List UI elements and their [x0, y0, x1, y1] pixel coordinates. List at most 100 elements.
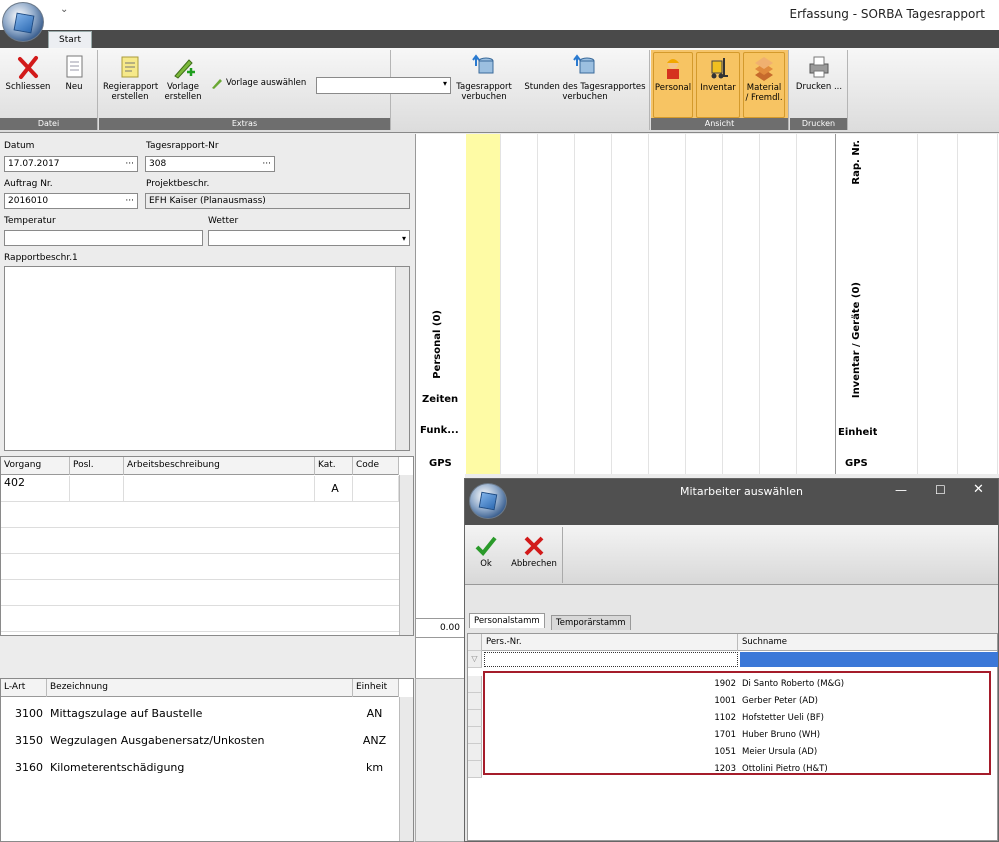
list-item[interactable]: 3150 Wegzulagen Ausgabenersatz/Unkosten … [1, 728, 399, 754]
projekt-label: Projektbeschr. [146, 179, 210, 189]
group-drucken: Drucken ... Drucken [790, 50, 848, 130]
filter-row[interactable]: ▽ [468, 651, 998, 668]
inventar-button[interactable]: Inventar [696, 52, 740, 118]
temperatur-field[interactable] [4, 230, 203, 246]
personal-button[interactable]: Personal [653, 52, 693, 118]
filter-icon: ▽ [468, 651, 482, 668]
report-icon [121, 56, 139, 78]
abbrechen-button[interactable]: Abbrechen [507, 533, 561, 569]
stunden-verbuchen-button[interactable]: Stunden des Tagesrapportes verbuchen [520, 52, 650, 102]
table-row[interactable] [1, 580, 399, 606]
datum-field[interactable]: 17.07.2017 ··· [4, 156, 138, 172]
new-document-icon [66, 55, 83, 78]
temperatur-label: Temperatur [4, 216, 56, 226]
wetter-select[interactable]: ▾ [208, 230, 410, 246]
inventar-schedule-grid[interactable] [877, 134, 999, 474]
checkmark-icon [475, 536, 497, 556]
app-menu-orb[interactable] [2, 2, 44, 42]
col-kat[interactable]: Kat. [315, 457, 353, 475]
datum-value: 17.07.2017 [8, 159, 60, 169]
einheit-cell: km [365, 761, 384, 774]
dialog-orb[interactable] [469, 483, 507, 519]
inventar-label: Inventar [700, 83, 736, 93]
lart-cell: 3100 [15, 707, 43, 720]
dialog-action-group: Ok Abbrechen [467, 527, 563, 583]
einheit-cell: ANZ [362, 734, 387, 747]
vorlage-erstellen-button[interactable]: Vorlage erstellen [161, 52, 205, 102]
gps2-label: GPS [845, 458, 868, 469]
mitarbeiter-dialog: Mitarbeiter auswählen — ☐ ✕ Ok Abbrechen… [464, 478, 999, 842]
total-field: 0.00 [415, 618, 465, 638]
personal-schedule-grid[interactable] [465, 134, 835, 474]
quick-access-toolbar[interactable]: ⌄ [60, 4, 68, 15]
scrollbar[interactable] [395, 267, 409, 450]
scrollbar[interactable] [399, 697, 413, 841]
lart-header: L-Art Bezeichnung Einheit [1, 679, 399, 697]
col-code[interactable]: Code [353, 457, 399, 475]
col-pers-nr[interactable]: Pers.-Nr. [484, 634, 738, 651]
group-label-extras: Extras [99, 118, 390, 130]
drucken-label: Drucken ... [795, 82, 843, 92]
neu-label: Neu [65, 82, 83, 92]
rapportbeschr-textarea[interactable] [4, 266, 410, 451]
neu-button[interactable]: Neu [58, 52, 90, 92]
lower-side-panel [415, 678, 465, 842]
tagesrapport-field[interactable]: 308 ··· [145, 156, 275, 172]
tab-start[interactable]: Start [48, 31, 92, 48]
list-item[interactable]: 3100 Mittagszulage auf Baustelle AN [1, 701, 399, 727]
rapportbeschr-label: Rapportbeschr.1 [4, 253, 78, 263]
vorgang-header: Vorgang Posl. Arbeitsbeschreibung Kat. C… [1, 457, 399, 475]
tab-personalstamm[interactable]: Personalstamm [469, 613, 545, 628]
regierapport-button[interactable]: Regierapport erstellen [103, 52, 158, 102]
col-einheit[interactable]: Einheit [353, 679, 399, 697]
tagesrapport-label: Tagesrapport-Nr [146, 141, 219, 151]
dialog-title-bar: Mitarbeiter auswählen — ☐ ✕ [465, 479, 998, 505]
ellipsis-icon[interactable]: ··· [262, 157, 271, 171]
col-arbeitsbeschreibung[interactable]: Arbeitsbeschreibung [124, 457, 315, 475]
funk-label: Funk... [420, 425, 459, 436]
table-row[interactable]: 402 A [1, 476, 399, 502]
col-vorgang[interactable]: Vorgang [1, 457, 70, 475]
suchname-filter-input[interactable] [740, 652, 998, 667]
dialog-title: Mitarbeiter auswählen [680, 485, 803, 498]
table-row[interactable] [1, 606, 399, 632]
bezeichnung-cell: Wegzulagen Ausgabenersatz/Unkosten [50, 734, 265, 747]
schliessen-button[interactable]: Schliessen [2, 52, 54, 92]
drucken-button[interactable]: Drucken ... [792, 52, 846, 92]
table-row[interactable] [1, 528, 399, 554]
kat-cell: A [315, 476, 353, 502]
app-logo-icon [13, 12, 35, 34]
maximize-icon[interactable]: ☐ [935, 483, 946, 497]
auftrag-label: Auftrag Nr. [4, 179, 53, 189]
col-suchname[interactable]: Suchname [740, 634, 998, 651]
minimize-icon[interactable]: — [895, 483, 907, 497]
auftrag-value: 2016010 [8, 196, 49, 206]
col-bezeichnung[interactable]: Bezeichnung [47, 679, 353, 697]
tagesrapport-verbuchen-button[interactable]: Tagesrapport verbuchen [454, 52, 514, 102]
worker-icon [667, 59, 679, 79]
pers-nr-filter-input[interactable] [484, 652, 738, 667]
vorgang-grid: Vorgang Posl. Arbeitsbeschreibung Kat. C… [0, 456, 414, 636]
close-icon [18, 56, 38, 79]
code-cell [353, 476, 399, 502]
table-row[interactable] [1, 502, 399, 528]
col-lart[interactable]: L-Art [1, 679, 47, 697]
group-extras: Regierapport erstellen Vorlage erstellen… [99, 50, 451, 130]
ok-button[interactable]: Ok [469, 533, 503, 569]
list-item[interactable]: 3160 Kilometerentschädigung km [1, 755, 399, 781]
material-button[interactable]: Material / Fremdl. [743, 52, 785, 118]
ellipsis-icon[interactable]: ··· [125, 194, 134, 208]
abbrechen-label: Abbrechen [511, 559, 557, 569]
einheit-cell: AN [366, 707, 383, 720]
close-icon[interactable]: ✕ [973, 482, 984, 497]
lart-cell: 3160 [15, 761, 43, 774]
ellipsis-icon[interactable]: ··· [125, 157, 134, 171]
tab-temporaerstamm[interactable]: Temporärstamm [551, 615, 631, 630]
col-posl[interactable]: Posl. [70, 457, 124, 475]
scrollbar[interactable] [399, 475, 413, 635]
auftrag-field[interactable]: 2016010 ··· [4, 193, 138, 209]
ribbon: Schliessen Neu Datei Regierapport erstel… [0, 48, 999, 133]
table-row[interactable] [1, 554, 399, 580]
group-ansicht: Personal Inventar Material / Fremdl. Ans… [651, 50, 789, 130]
group-datei: Schliessen Neu Datei [0, 50, 98, 130]
